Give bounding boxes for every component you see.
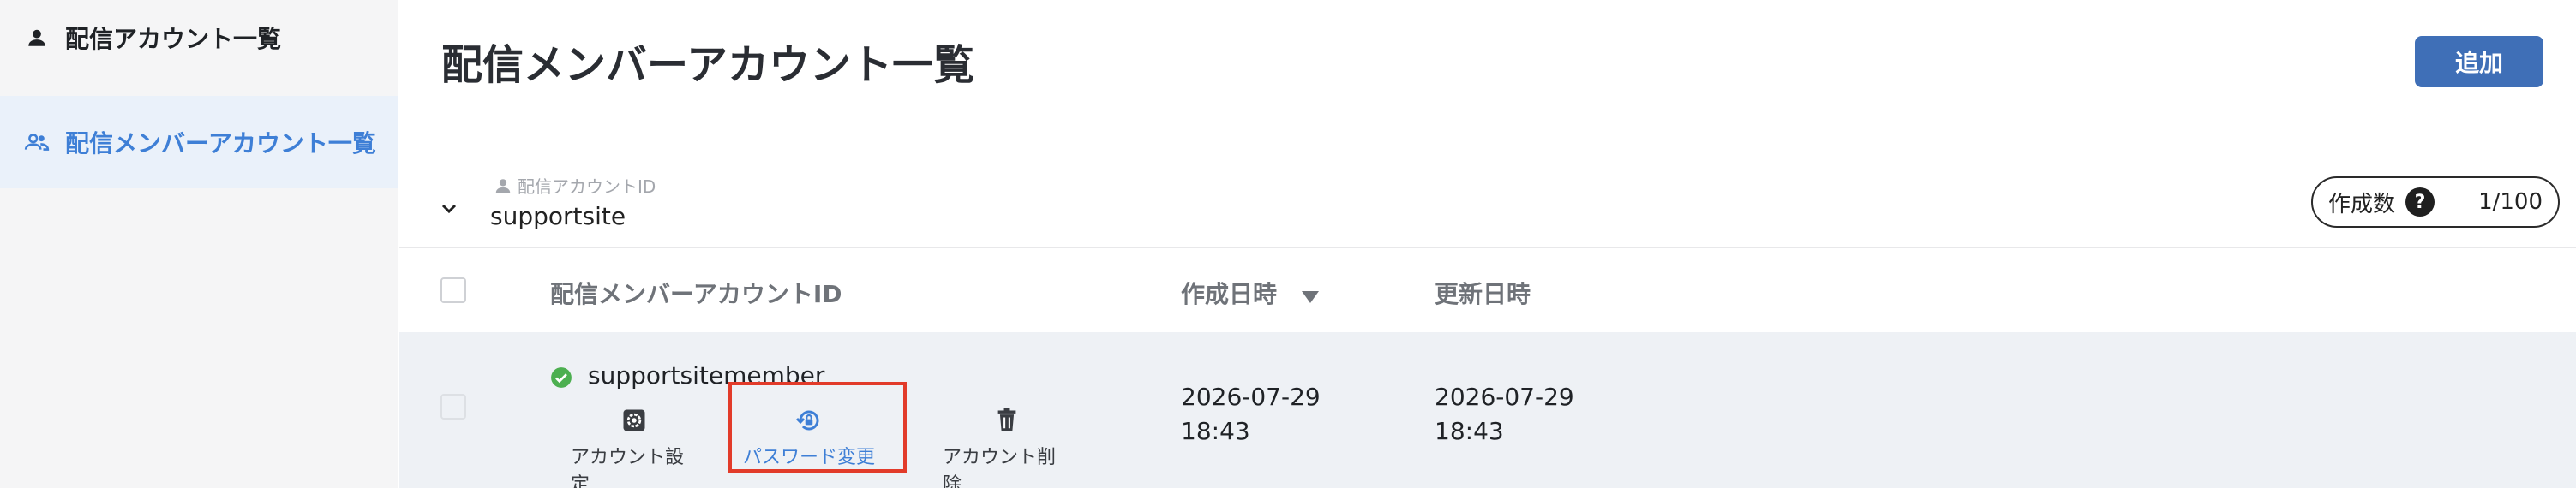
- sort-descending-icon[interactable]: [1301, 282, 1320, 310]
- add-button[interactable]: 追加: [2415, 36, 2543, 87]
- account-settings-button[interactable]: アカウント設定: [571, 406, 698, 488]
- page-title: 配信メンバーアカウント一覧: [441, 41, 975, 89]
- created-at-cell: 2026-07-29 18:43: [1181, 380, 1321, 449]
- person-icon: [494, 176, 514, 196]
- updated-at-cell: 2026-07-29 18:43: [1435, 380, 1574, 449]
- created-time: 18:43: [1181, 417, 1250, 445]
- row-checkbox[interactable]: [440, 394, 466, 420]
- column-updated-at: 更新日時: [1435, 280, 1531, 308]
- change-password-button[interactable]: パスワード変更: [728, 382, 907, 473]
- column-created-at[interactable]: 作成日時: [1181, 276, 1320, 310]
- main-content: 配信メンバーアカウント一覧 追加 配信アカウントID supportsite 作…: [399, 0, 2576, 488]
- account-row: 配信アカウントID supportsite 作成数 ? 1/100: [399, 163, 2576, 248]
- created-count-value: 1/100: [2478, 189, 2543, 215]
- column-created-at-label: 作成日時: [1181, 280, 1278, 308]
- table-header: 配信メンバーアカウントID 作成日時 更新日時: [399, 250, 2576, 332]
- select-all-checkbox[interactable]: [440, 277, 466, 303]
- help-icon[interactable]: ?: [2405, 187, 2435, 217]
- account-id-label: 配信アカウントID: [494, 173, 656, 198]
- column-member-id: 配信メンバーアカウントID: [550, 280, 842, 308]
- sidebar-item-label: 配信アカウント一覧: [65, 25, 282, 53]
- account-id-value: supportsite: [490, 202, 626, 230]
- updated-time: 18:43: [1435, 417, 1504, 445]
- gear-icon: [620, 406, 649, 435]
- account-settings-label: アカウント設定: [571, 447, 685, 488]
- check-circle-icon: [550, 366, 572, 389]
- sidebar-item-member-accounts[interactable]: 配信メンバーアカウント一覧: [0, 96, 398, 188]
- created-count-badge: 作成数 ? 1/100: [2311, 176, 2560, 228]
- people-icon: [22, 128, 51, 157]
- table-row: supportsitemember アカウント設定 パスワード変更 アカウント削…: [399, 332, 2576, 488]
- person-icon: [22, 23, 51, 52]
- highlight-box: [728, 382, 907, 473]
- sidebar-item-accounts[interactable]: 配信アカウント一覧: [0, 12, 398, 63]
- created-count-label: 作成数: [2328, 191, 2396, 217]
- account-id-label-text: 配信アカウントID: [518, 176, 656, 197]
- created-date: 2026-07-29: [1181, 383, 1321, 411]
- delete-account-button[interactable]: アカウント削除: [943, 406, 1071, 488]
- chevron-down-icon[interactable]: [434, 193, 464, 224]
- updated-date: 2026-07-29: [1435, 383, 1574, 411]
- sidebar-item-label: 配信メンバーアカウント一覧: [65, 129, 376, 158]
- trash-icon: [992, 406, 1021, 435]
- sidebar: 配信アカウント一覧 配信メンバーアカウント一覧: [0, 0, 398, 488]
- delete-account-label: アカウント削除: [943, 447, 1057, 488]
